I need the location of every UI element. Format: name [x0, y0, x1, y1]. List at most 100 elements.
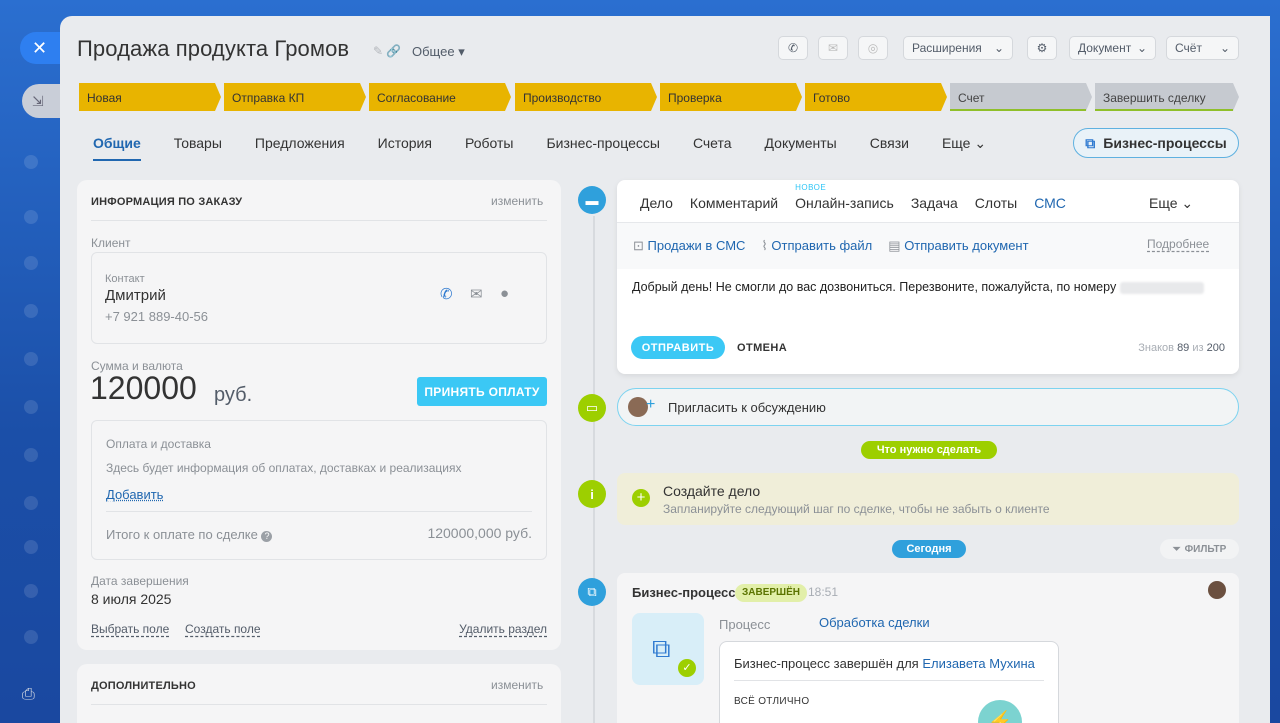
tab-online-booking[interactable]: НОВОЕ Онлайн-запись — [795, 183, 894, 211]
delete-section-link[interactable]: Удалить раздел — [459, 622, 547, 636]
invoice-button[interactable]: Счёт ⌄ — [1166, 36, 1239, 60]
printer-icon[interactable]: ⎙ — [22, 686, 35, 704]
chat-icon[interactable]: ● — [500, 285, 509, 302]
contact-phone[interactable]: +7 921 889-40-56 — [105, 309, 208, 324]
payment-description: Здесь будет информация об оплатах, доста… — [106, 461, 462, 475]
phone-icon[interactable]: ✆ — [440, 285, 453, 303]
stage-invoice[interactable]: Счет — [950, 83, 1092, 111]
rail-item[interactable] — [24, 155, 38, 169]
tab-slots[interactable]: Слоты — [975, 195, 1017, 211]
workflow-icon: ⧉ — [652, 633, 671, 663]
stage-send-offer[interactable]: Отправка КП — [224, 83, 366, 111]
tab-task[interactable]: Задача — [911, 195, 958, 211]
chat-icon[interactable]: ◎ — [858, 36, 888, 60]
stage-production[interactable]: Производство — [515, 83, 657, 111]
tab-offers[interactable]: Предложения — [255, 135, 345, 152]
more-details-link[interactable]: Подробнее — [1147, 237, 1209, 251]
rail-item[interactable] — [24, 630, 38, 644]
invite-field[interactable]: + Пригласить к обсуждению — [617, 388, 1239, 426]
sales-in-sms-button[interactable]: ⊡ Продажи в СМС — [633, 238, 745, 254]
close-date-value[interactable]: 8 июля 2025 — [91, 591, 171, 607]
total-label: Итого к оплате по сделке — [106, 527, 258, 542]
sms-actions: ⊡ Продажи в СМС ⌇ Отправить файл ▤ Отпра… — [633, 238, 1029, 254]
plus-icon: + — [646, 396, 656, 413]
edit-icons[interactable]: ✎ 🔗 — [373, 44, 401, 58]
accept-payment-button[interactable]: ПРИНЯТЬ ОПЛАТУ — [417, 377, 547, 406]
bp-illustration: ⧉ ✓ — [632, 613, 704, 685]
editor-tabs: Дело Комментарий НОВОЕ Онлайн-запись Зад… — [640, 183, 1083, 211]
send-document-button[interactable]: ▤ Отправить документ — [888, 238, 1028, 254]
rail-item[interactable] — [24, 540, 38, 554]
tab-general[interactable]: Общие — [93, 135, 141, 161]
stage-approval[interactable]: Согласование — [369, 83, 511, 111]
close-icon[interactable]: ✕ — [20, 32, 60, 64]
rail-item[interactable] — [24, 496, 38, 510]
char-counter: Знаков 89 из 200 — [1138, 342, 1225, 354]
rail-item[interactable] — [24, 210, 38, 224]
stage-new[interactable]: Новая — [79, 83, 221, 111]
avatar[interactable] — [1208, 581, 1226, 599]
rail-item[interactable] — [24, 448, 38, 462]
workflow-icon: ⧉ — [578, 578, 606, 606]
mail-icon[interactable]: ✉ — [470, 285, 483, 303]
tab-invoices[interactable]: Счета — [693, 135, 732, 152]
tab-products[interactable]: Товары — [174, 135, 222, 152]
tab-activity[interactable]: Дело — [640, 195, 673, 211]
choose-field-link[interactable]: Выбрать поле — [91, 622, 169, 636]
edit-link[interactable]: изменить — [491, 194, 543, 208]
help-icon[interactable]: ? — [261, 531, 273, 542]
divider — [106, 511, 532, 512]
extensions-button[interactable]: Расширения ⌄ — [903, 36, 1013, 60]
phone-icon[interactable]: ✆ — [778, 36, 808, 60]
send-button[interactable]: ОТПРАВИТЬ — [631, 336, 725, 359]
send-file-button[interactable]: ⌇ Отправить файл — [761, 238, 872, 254]
collapse-icon[interactable]: ⇲ — [22, 84, 60, 118]
check-icon: ✓ — [678, 659, 696, 677]
stage-check[interactable]: Проверка — [660, 83, 802, 111]
stage-finish-deal[interactable]: Завершить сделку — [1095, 83, 1239, 111]
filter-button[interactable]: ⏷ ФИЛЬТР — [1160, 539, 1239, 559]
category-selector[interactable]: Общее ▾ — [412, 44, 465, 60]
business-processes-button[interactable]: ⧉ Бизнес-процессы — [1073, 128, 1239, 158]
tab-business-processes[interactable]: Бизнес-процессы — [546, 135, 659, 152]
contact-name[interactable]: Дмитрий — [105, 287, 166, 304]
business-processes-label: Бизнес-процессы — [1103, 135, 1227, 151]
add-payment-link[interactable]: Добавить — [106, 487, 163, 502]
activity-icon: ▬ — [578, 186, 606, 214]
create-task-block[interactable]: + Создайте дело Запланируйте следующий ш… — [617, 473, 1239, 525]
tab-robots[interactable]: Роботы — [465, 135, 513, 152]
result-label: ВСЁ ОТЛИЧНО — [734, 696, 810, 707]
create-task-description: Запланируйте следующий шаг по сделке, чт… — [663, 502, 1050, 516]
rail-item[interactable] — [24, 400, 38, 414]
tab-documents[interactable]: Документы — [765, 135, 837, 152]
sms-editor: Дело Комментарий НОВОЕ Онлайн-запись Зад… — [617, 180, 1239, 374]
bp-time: 18:51 — [808, 585, 839, 599]
edit-link[interactable]: изменить — [491, 678, 543, 692]
tab-comment[interactable]: Комментарий — [690, 195, 778, 211]
process-label: Процесс — [719, 617, 771, 632]
business-process-item: Бизнес-процесс ЗАВЕРШЁН 18:51 ⧉ ✓ Процес… — [617, 573, 1239, 723]
create-task-title: Создайте дело — [663, 483, 761, 499]
stage-ready[interactable]: Готово — [805, 83, 947, 111]
cancel-button[interactable]: ОТМЕНА — [737, 342, 787, 354]
gear-icon[interactable]: ⚙ — [1027, 36, 1057, 60]
invoice-label: Счёт — [1175, 41, 1202, 55]
rail-item[interactable] — [24, 352, 38, 366]
tab-label: Онлайн-запись — [795, 195, 894, 211]
tab-links[interactable]: Связи — [870, 135, 909, 152]
mail-icon[interactable]: ✉ — [818, 36, 848, 60]
rail-item[interactable] — [24, 304, 38, 318]
create-field-link[interactable]: Создать поле — [185, 622, 261, 636]
user-link[interactable]: Елизавета Мухина — [922, 656, 1035, 671]
tab-more[interactable]: Еще ⌄ — [942, 135, 986, 152]
editor-more-tab[interactable]: Еще ⌄ — [1149, 195, 1193, 212]
document-button[interactable]: Документ ⌄ — [1069, 36, 1156, 60]
tab-history[interactable]: История — [378, 135, 432, 152]
chevron-down-icon: ⌄ — [993, 41, 1004, 55]
rail-item[interactable] — [24, 256, 38, 270]
sms-textarea[interactable]: Добрый день! Не смогли до вас дозвонитьс… — [632, 280, 1204, 294]
status-badge: ЗАВЕРШЁН — [735, 584, 808, 602]
tab-sms[interactable]: СМС — [1034, 195, 1066, 211]
rail-item[interactable] — [24, 584, 38, 598]
process-name-link[interactable]: Обработка сделки — [819, 615, 930, 630]
